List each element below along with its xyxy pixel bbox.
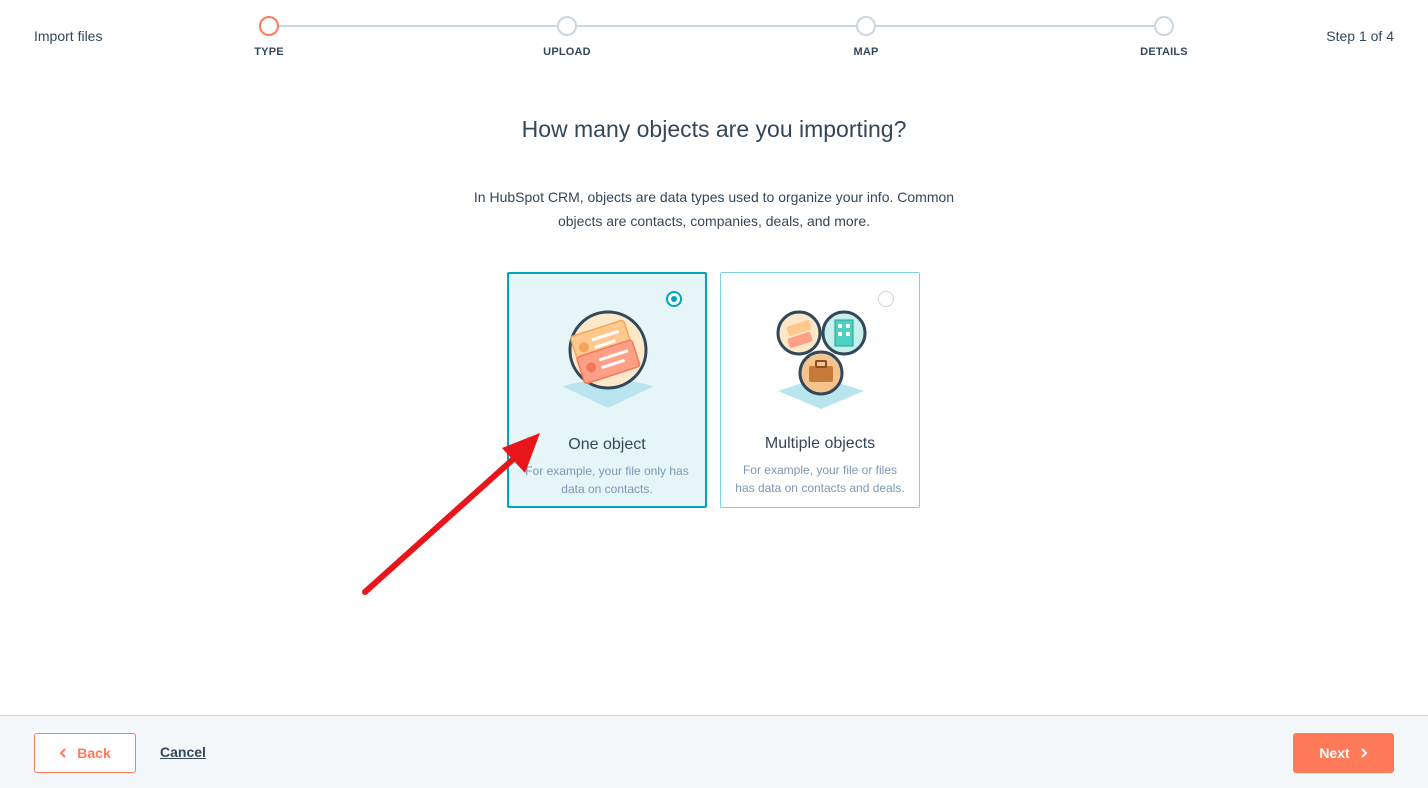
one-object-radio[interactable] xyxy=(666,291,682,307)
footer-bar: Back Cancel Next xyxy=(0,715,1428,788)
page-description: In HubSpot CRM, objects are data types u… xyxy=(464,185,964,233)
step-details-marker xyxy=(1154,16,1174,36)
step-details-label: DETAILS xyxy=(1140,46,1188,58)
page-question: How many objects are you importing? xyxy=(521,116,907,142)
next-button-label: Next xyxy=(1319,745,1350,761)
chevron-left-icon xyxy=(59,748,66,758)
annotation-arrow-icon xyxy=(362,433,540,595)
multiple-objects-icon xyxy=(776,310,867,409)
description-line-1: In HubSpot CRM, objects are data types u… xyxy=(473,189,955,205)
back-button[interactable]: Back xyxy=(34,733,136,773)
step-type-marker xyxy=(259,16,279,36)
step-map-marker xyxy=(856,16,876,36)
step-type-label: TYPE xyxy=(254,46,284,58)
chevron-right-icon xyxy=(1360,748,1368,758)
next-button[interactable]: Next xyxy=(1293,733,1394,773)
multiple-objects-title: Multiple objects xyxy=(764,435,876,452)
contact-cards-icon xyxy=(562,310,654,408)
multiple-objects-desc-line-1: For example, your file or files xyxy=(742,463,898,477)
header-title: Import files xyxy=(34,28,103,44)
stepper-track xyxy=(278,25,1158,27)
step-upload-marker xyxy=(557,16,577,36)
step-count: Step 1 of 4 xyxy=(1326,28,1394,44)
multiple-objects-option[interactable]: Multiple objects For example, your file … xyxy=(720,272,920,508)
description-line-2: objects are contacts, companies, deals, … xyxy=(557,213,871,229)
back-button-label: Back xyxy=(77,745,111,761)
cancel-link[interactable]: Cancel xyxy=(160,744,206,760)
multiple-objects-radio[interactable] xyxy=(878,291,894,307)
multiple-objects-description: For example, your file or files has data… xyxy=(731,461,909,497)
step-upload-label: UPLOAD xyxy=(543,46,591,58)
step-map-label: MAP xyxy=(853,46,879,58)
multiple-objects-desc-line-2: has data on contacts and deals. xyxy=(735,481,905,495)
